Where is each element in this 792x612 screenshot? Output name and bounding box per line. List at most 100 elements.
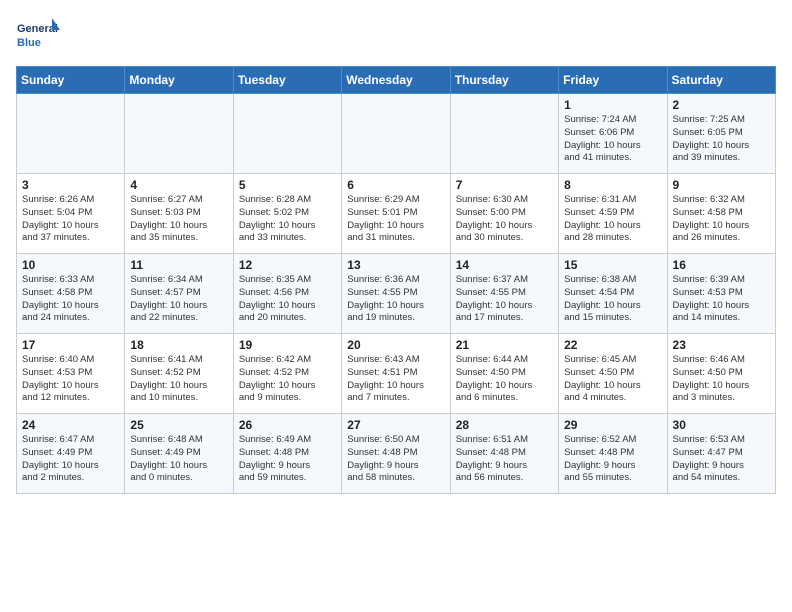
svg-text:Blue: Blue bbox=[17, 37, 41, 49]
day-number: 21 bbox=[456, 338, 553, 352]
day-cell: 19 Sunrise: 6:42 AM Sunset: 4:52 PM Dayli… bbox=[233, 334, 341, 414]
day-info: Sunrise: 6:30 AM Sunset: 5:00 PM Dayligh… bbox=[456, 194, 553, 245]
day-number: 16 bbox=[673, 258, 770, 272]
day-info: Sunrise: 6:45 AM Sunset: 4:50 PM Dayligh… bbox=[564, 354, 661, 405]
day-cell: 1Sunrise: 7:24 AM Sunset: 6:06 PM Daylig… bbox=[559, 94, 667, 174]
day-cell: 20 Sunrise: 6:43 AM Sunset: 4:51 PM Dayli… bbox=[342, 334, 450, 414]
logo-svg: General Blue bbox=[16, 16, 62, 56]
weekday-header-thursday: Thursday bbox=[450, 67, 558, 94]
day-info: Sunrise: 6:44 AM Sunset: 4:50 PM Dayligh… bbox=[456, 354, 553, 405]
day-info: Sunrise: 6:31 AM Sunset: 4:59 PM Dayligh… bbox=[564, 194, 661, 245]
day-cell: 11 Sunrise: 6:34 AM Sunset: 4:57 PM Dayli… bbox=[125, 254, 233, 334]
day-info: Sunrise: 6:48 AM Sunset: 4:49 PM Dayligh… bbox=[130, 434, 227, 485]
day-number: 12 bbox=[239, 258, 336, 272]
day-number: 18 bbox=[130, 338, 227, 352]
day-info: Sunrise: 6:32 AM Sunset: 4:58 PM Dayligh… bbox=[673, 194, 770, 245]
day-cell: 21 Sunrise: 6:44 AM Sunset: 4:50 PM Dayli… bbox=[450, 334, 558, 414]
day-cell: 16 Sunrise: 6:39 AM Sunset: 4:53 PM Dayli… bbox=[667, 254, 775, 334]
day-number: 7 bbox=[456, 178, 553, 192]
day-cell: 28Sunrise: 6:51 AM Sunset: 4:48 PM Dayli… bbox=[450, 414, 558, 494]
day-cell: 27 Sunrise: 6:50 AM Sunset: 4:48 PM Dayli… bbox=[342, 414, 450, 494]
day-cell: 8 Sunrise: 6:31 AM Sunset: 4:59 PM Daylig… bbox=[559, 174, 667, 254]
day-info: Sunrise: 6:41 AM Sunset: 4:52 PM Dayligh… bbox=[130, 354, 227, 405]
day-cell: 4 Sunrise: 6:27 AM Sunset: 5:03 PM Daylig… bbox=[125, 174, 233, 254]
day-info: Sunrise: 7:25 AM Sunset: 6:05 PM Dayligh… bbox=[673, 114, 770, 165]
day-number: 28 bbox=[456, 418, 553, 432]
day-number: 27 bbox=[347, 418, 444, 432]
day-cell: 13Sunrise: 6:36 AM Sunset: 4:55 PM Dayli… bbox=[342, 254, 450, 334]
day-number: 10 bbox=[22, 258, 119, 272]
day-number: 4 bbox=[130, 178, 227, 192]
day-info: Sunrise: 6:39 AM Sunset: 4:53 PM Dayligh… bbox=[673, 274, 770, 325]
day-cell: 23 Sunrise: 6:46 AM Sunset: 4:50 PM Dayli… bbox=[667, 334, 775, 414]
header: General Blue bbox=[16, 16, 776, 56]
day-cell: 26Sunrise: 6:49 AM Sunset: 4:48 PM Dayli… bbox=[233, 414, 341, 494]
day-info: Sunrise: 6:46 AM Sunset: 4:50 PM Dayligh… bbox=[673, 354, 770, 405]
day-number: 11 bbox=[130, 258, 227, 272]
day-info: Sunrise: 6:53 AM Sunset: 4:47 PM Dayligh… bbox=[673, 434, 770, 485]
day-cell bbox=[233, 94, 341, 174]
day-info: Sunrise: 6:50 AM Sunset: 4:48 PM Dayligh… bbox=[347, 434, 444, 485]
day-info: Sunrise: 6:35 AM Sunset: 4:56 PM Dayligh… bbox=[239, 274, 336, 325]
day-info: Sunrise: 6:47 AM Sunset: 4:49 PM Dayligh… bbox=[22, 434, 119, 485]
day-cell: 15 Sunrise: 6:38 AM Sunset: 4:54 PM Dayli… bbox=[559, 254, 667, 334]
day-number: 23 bbox=[673, 338, 770, 352]
day-cell: 12 Sunrise: 6:35 AM Sunset: 4:56 PM Dayli… bbox=[233, 254, 341, 334]
day-info: Sunrise: 6:29 AM Sunset: 5:01 PM Dayligh… bbox=[347, 194, 444, 245]
day-info: Sunrise: 6:34 AM Sunset: 4:57 PM Dayligh… bbox=[130, 274, 227, 325]
day-info: Sunrise: 6:33 AM Sunset: 4:58 PM Dayligh… bbox=[22, 274, 119, 325]
day-number: 8 bbox=[564, 178, 661, 192]
day-cell: 17 Sunrise: 6:40 AM Sunset: 4:53 PM Dayli… bbox=[17, 334, 125, 414]
day-info: Sunrise: 6:43 AM Sunset: 4:51 PM Dayligh… bbox=[347, 354, 444, 405]
day-cell: 2 Sunrise: 7:25 AM Sunset: 6:05 PM Daylig… bbox=[667, 94, 775, 174]
day-cell bbox=[342, 94, 450, 174]
day-info: Sunrise: 6:42 AM Sunset: 4:52 PM Dayligh… bbox=[239, 354, 336, 405]
day-cell: 10 Sunrise: 6:33 AM Sunset: 4:58 PM Dayli… bbox=[17, 254, 125, 334]
weekday-header-sunday: Sunday bbox=[17, 67, 125, 94]
calendar-table: SundayMondayTuesdayWednesdayThursdayFrid… bbox=[16, 66, 776, 494]
week-row-1: 1Sunrise: 7:24 AM Sunset: 6:06 PM Daylig… bbox=[17, 94, 776, 174]
day-cell: 24 Sunrise: 6:47 AM Sunset: 4:49 PM Dayli… bbox=[17, 414, 125, 494]
day-info: Sunrise: 6:37 AM Sunset: 4:55 PM Dayligh… bbox=[456, 274, 553, 325]
week-row-2: 3 Sunrise: 6:26 AM Sunset: 5:04 PM Daylig… bbox=[17, 174, 776, 254]
day-cell: 18 Sunrise: 6:41 AM Sunset: 4:52 PM Dayli… bbox=[125, 334, 233, 414]
day-number: 13 bbox=[347, 258, 444, 272]
day-number: 17 bbox=[22, 338, 119, 352]
day-number: 20 bbox=[347, 338, 444, 352]
day-info: Sunrise: 7:24 AM Sunset: 6:06 PM Dayligh… bbox=[564, 114, 661, 165]
day-info: Sunrise: 6:26 AM Sunset: 5:04 PM Dayligh… bbox=[22, 194, 119, 245]
day-number: 3 bbox=[22, 178, 119, 192]
day-cell: 22 Sunrise: 6:45 AM Sunset: 4:50 PM Dayli… bbox=[559, 334, 667, 414]
day-number: 26 bbox=[239, 418, 336, 432]
day-cell bbox=[450, 94, 558, 174]
weekday-header-wednesday: Wednesday bbox=[342, 67, 450, 94]
day-number: 29 bbox=[564, 418, 661, 432]
day-cell: 14 Sunrise: 6:37 AM Sunset: 4:55 PM Dayli… bbox=[450, 254, 558, 334]
day-info: Sunrise: 6:40 AM Sunset: 4:53 PM Dayligh… bbox=[22, 354, 119, 405]
day-number: 19 bbox=[239, 338, 336, 352]
day-info: Sunrise: 6:38 AM Sunset: 4:54 PM Dayligh… bbox=[564, 274, 661, 325]
day-cell: 7 Sunrise: 6:30 AM Sunset: 5:00 PM Daylig… bbox=[450, 174, 558, 254]
day-info: Sunrise: 6:28 AM Sunset: 5:02 PM Dayligh… bbox=[239, 194, 336, 245]
day-cell: 25Sunrise: 6:48 AM Sunset: 4:49 PM Dayli… bbox=[125, 414, 233, 494]
day-number: 15 bbox=[564, 258, 661, 272]
day-cell: 9 Sunrise: 6:32 AM Sunset: 4:58 PM Daylig… bbox=[667, 174, 775, 254]
day-cell bbox=[125, 94, 233, 174]
week-row-3: 10 Sunrise: 6:33 AM Sunset: 4:58 PM Dayli… bbox=[17, 254, 776, 334]
day-cell: 29Sunrise: 6:52 AM Sunset: 4:48 PM Dayli… bbox=[559, 414, 667, 494]
day-number: 22 bbox=[564, 338, 661, 352]
logo: General Blue bbox=[16, 16, 62, 56]
day-cell: 3 Sunrise: 6:26 AM Sunset: 5:04 PM Daylig… bbox=[17, 174, 125, 254]
day-info: Sunrise: 6:27 AM Sunset: 5:03 PM Dayligh… bbox=[130, 194, 227, 245]
weekday-header-row: SundayMondayTuesdayWednesdayThursdayFrid… bbox=[17, 67, 776, 94]
day-number: 9 bbox=[673, 178, 770, 192]
day-number: 2 bbox=[673, 98, 770, 112]
day-number: 24 bbox=[22, 418, 119, 432]
day-cell: 30Sunrise: 6:53 AM Sunset: 4:47 PM Dayli… bbox=[667, 414, 775, 494]
weekday-header-friday: Friday bbox=[559, 67, 667, 94]
day-number: 14 bbox=[456, 258, 553, 272]
weekday-header-saturday: Saturday bbox=[667, 67, 775, 94]
day-cell: 5Sunrise: 6:28 AM Sunset: 5:02 PM Daylig… bbox=[233, 174, 341, 254]
svg-text:General: General bbox=[17, 23, 58, 35]
week-row-4: 17 Sunrise: 6:40 AM Sunset: 4:53 PM Dayli… bbox=[17, 334, 776, 414]
